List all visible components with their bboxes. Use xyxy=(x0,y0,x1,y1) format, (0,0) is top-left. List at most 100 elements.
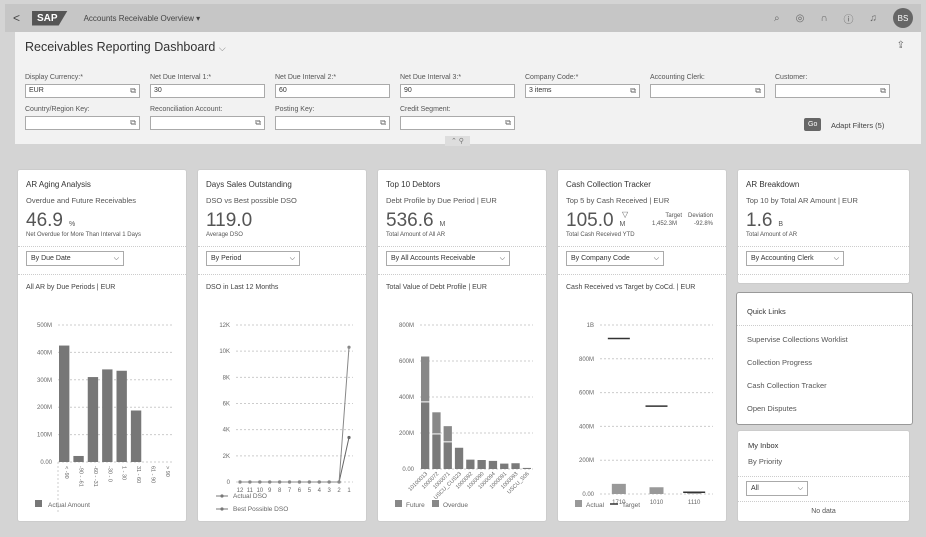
data-point xyxy=(297,480,302,484)
chart-title: Total Value of Debt Profile | EUR xyxy=(386,284,487,291)
legend-swatch xyxy=(35,500,42,507)
kpi-number: 119.0 xyxy=(206,210,253,231)
data-point xyxy=(347,345,351,349)
sap-logo[interactable]: SAP xyxy=(32,10,68,26)
filter-label: Accounting Clerk: xyxy=(650,74,705,81)
filter-input[interactable]: ⧉ xyxy=(275,116,390,130)
value-help-icon[interactable]: ⧉ xyxy=(380,118,386,128)
value-help-icon[interactable]: ⧉ xyxy=(880,86,886,96)
card-dropdown[interactable]: By Accounting Clerk ⌵ xyxy=(746,251,844,266)
card-top-10-debtors[interactable]: Top 10 Debtors Debt Profile by Due Perio… xyxy=(377,169,547,522)
filter-value: 3 items xyxy=(529,87,552,94)
filter-input[interactable]: 90 xyxy=(400,84,515,98)
card-dropdown[interactable]: By Due Date ⌵ xyxy=(26,251,124,266)
card-cash-collection-tracker[interactable]: Cash Collection Tracker Top 5 by Cash Re… xyxy=(557,169,727,522)
filter-field: Customer: ⧉ xyxy=(775,74,890,98)
card-ar-breakdown[interactable]: AR Breakdown Top 10 by Total AR Amount |… xyxy=(737,169,910,284)
x-tick-label: 1110 xyxy=(688,500,701,506)
y-tick-label: 400M xyxy=(37,350,52,356)
search-icon[interactable]: ⌕ xyxy=(774,13,780,24)
filter-input[interactable]: ⧉ xyxy=(400,116,515,130)
quick-link[interactable]: Cash Collection Tracker xyxy=(747,381,827,390)
filter-field: Credit Segment: ⧉ xyxy=(400,106,515,130)
bar xyxy=(87,377,99,462)
x-tick-label: 1010 xyxy=(650,500,664,506)
kpi-label: Total Amount of All AR xyxy=(386,232,446,238)
card-subtitle: Debt Profile by Due Period | EUR xyxy=(386,196,497,205)
data-point xyxy=(287,480,292,484)
filter-input[interactable]: ⧉ xyxy=(775,84,890,98)
shell-bar: < SAP Accounts Receivable Overview ▾ ⌕ ◎… xyxy=(5,4,921,32)
card-title: AR Breakdown xyxy=(746,180,800,189)
headset-icon[interactable]: ∩ xyxy=(820,13,827,24)
value-help-icon[interactable]: ⧉ xyxy=(255,118,261,128)
card-days-sales-outstanding[interactable]: Days Sales Outstanding DSO vs Best possi… xyxy=(197,169,367,522)
share-icon[interactable]: ⇪ xyxy=(897,40,905,51)
legend-label: Actual DSO xyxy=(233,493,267,500)
avatar[interactable]: BS xyxy=(893,8,913,28)
go-button[interactable]: Go xyxy=(804,118,822,131)
filter-input[interactable]: EUR ⧉ xyxy=(25,84,140,98)
bar-segment-future xyxy=(443,426,452,442)
kpi-label: Average DSO xyxy=(206,232,243,238)
x-tick-label: -90 - -61 xyxy=(78,466,84,487)
x-tick-label: 1 - 30 xyxy=(121,466,127,480)
bell-icon[interactable]: ♫ xyxy=(870,13,878,24)
chevron-down-icon: ⌵ xyxy=(653,254,659,262)
quick-link[interactable]: Supervise Collections Worklist xyxy=(747,335,848,344)
bar-segment-overdue xyxy=(443,442,452,469)
value-help-icon[interactable]: ⧉ xyxy=(630,86,636,96)
quick-links-card: Quick Links Supervise Collections Workli… xyxy=(736,292,913,425)
actual-bar xyxy=(687,493,702,494)
kpi-value: 536.6 M xyxy=(386,210,445,232)
filter-header: Receivables Reporting Dashboard ⌵ ⇪ Disp… xyxy=(15,32,921,146)
y-tick-label: 0.00 xyxy=(402,467,414,473)
app-title-menu[interactable]: Accounts Receivable Overview ▾ xyxy=(84,14,201,23)
value-help-icon[interactable]: ⧉ xyxy=(755,86,761,96)
bar xyxy=(116,370,127,462)
filter-value: EUR xyxy=(29,87,44,94)
filter-label: Display Currency:* xyxy=(25,74,83,81)
filter-input[interactable]: 3 items ⧉ xyxy=(525,84,640,98)
card-title: Days Sales Outstanding xyxy=(206,180,292,189)
chevron-down-icon: ⌵ xyxy=(289,254,295,262)
filter-input[interactable]: 30 xyxy=(150,84,265,98)
help-icon[interactable]: ⓘ xyxy=(844,11,854,26)
kpi-number: 105.0 xyxy=(566,210,614,231)
value-help-icon[interactable]: ⧉ xyxy=(130,118,136,128)
inbox-filter-dropdown[interactable]: All ⌵ xyxy=(746,481,808,496)
data-point xyxy=(337,480,341,484)
dropdown-value: By Accounting Clerk xyxy=(751,255,814,262)
filter-input[interactable]: ⧉ xyxy=(650,84,765,98)
filter-input[interactable]: ⧉ xyxy=(25,116,140,130)
y-tick-label: 6K xyxy=(223,402,230,408)
chevron-down-icon[interactable]: ⌵ xyxy=(219,43,226,53)
card-dropdown[interactable]: By Company Code ⌵ xyxy=(566,251,664,266)
actual-bar xyxy=(611,483,626,494)
x-tick-label: 7 xyxy=(288,488,292,494)
card-dropdown[interactable]: By Period ⌵ xyxy=(206,251,300,266)
kpi-value: 105.0 M xyxy=(566,210,625,232)
value-help-icon[interactable]: ⧉ xyxy=(505,118,511,128)
x-tick-label: 8 xyxy=(278,488,282,494)
kpi-unit: M xyxy=(619,221,626,228)
card-dropdown[interactable]: By All Accounts Receivable ⌵ xyxy=(386,251,510,266)
legend-label: Best Possible DSO xyxy=(233,506,288,513)
data-point xyxy=(347,435,351,440)
filter-input[interactable]: ⧉ xyxy=(150,116,265,130)
kpi-number: 46.9 xyxy=(26,210,63,231)
kpi-label: Total Cash Received YTD xyxy=(566,232,635,238)
card-ar-aging-analysis[interactable]: AR Aging Analysis Overdue and Future Rec… xyxy=(17,169,187,522)
bar-segment-future xyxy=(432,412,441,434)
back-icon[interactable]: < xyxy=(13,11,20,25)
page-title[interactable]: Receivables Reporting Dashboard ⌵ xyxy=(25,40,226,54)
adapt-filters-button[interactable]: Adapt Filters (5) xyxy=(831,121,884,130)
value-help-icon[interactable]: ⧉ xyxy=(130,86,136,96)
quick-link[interactable]: Collection Progress xyxy=(747,358,812,367)
settings-icon[interactable]: ◎ xyxy=(796,13,805,24)
filter-label: Country/Region Key: xyxy=(25,106,90,113)
filter-value: 90 xyxy=(404,87,412,94)
filter-input[interactable]: 60 xyxy=(275,84,390,98)
quick-link[interactable]: Open Disputes xyxy=(747,404,797,413)
collapse-header-button[interactable]: ⌃ ⚲ xyxy=(445,136,470,146)
